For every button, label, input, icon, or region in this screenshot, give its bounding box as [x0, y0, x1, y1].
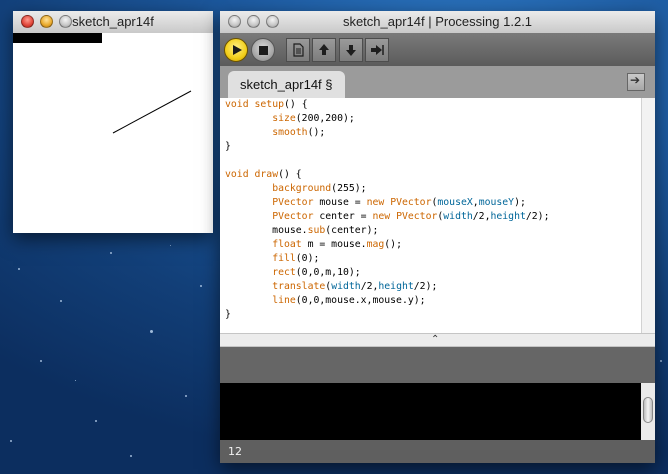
code-line[interactable]: smooth(); — [225, 126, 641, 140]
editor-console-splitter[interactable]: ⌃ — [220, 333, 655, 347]
splitter-handle-icon[interactable]: ⌃ — [431, 334, 439, 345]
code-line[interactable]: } — [225, 140, 641, 154]
open-button[interactable] — [312, 38, 336, 62]
new-button[interactable] — [286, 38, 310, 62]
tab-menu-button[interactable] — [627, 73, 645, 91]
toolbar — [220, 33, 655, 66]
code-line[interactable]: background(255); — [225, 182, 641, 196]
status-bar: 12 — [220, 440, 655, 463]
code-line[interactable]: rect(0,0,m,10); — [225, 266, 641, 280]
console-scrollbar[interactable] — [641, 383, 655, 440]
sketch-window: sketch_apr14f — [13, 11, 213, 233]
tab-sketch[interactable]: sketch_apr14f § — [228, 71, 345, 98]
processing-ide-window: sketch_apr14f | Processing 1.2.1 sketch_… — [220, 11, 655, 463]
code-line[interactable] — [225, 154, 641, 168]
open-arrow-up-icon — [319, 44, 329, 55]
export-button[interactable] — [365, 38, 389, 62]
message-area — [220, 347, 655, 383]
console-output[interactable] — [220, 383, 641, 440]
new-file-icon — [293, 43, 304, 57]
mouse-vector-line — [112, 90, 192, 134]
code-line[interactable]: PVector center = new PVector(width/2,hei… — [225, 210, 641, 224]
code-line[interactable]: float m = mouse.mag(); — [225, 238, 641, 252]
run-button[interactable] — [224, 38, 248, 62]
code-line[interactable]: size(200,200); — [225, 112, 641, 126]
ide-titlebar[interactable]: sketch_apr14f | Processing 1.2.1 — [220, 11, 655, 34]
tab-strip: sketch_apr14f § — [220, 66, 655, 98]
magnitude-bar — [13, 33, 102, 43]
code-line[interactable]: void draw() { — [225, 168, 641, 182]
ide-window-title: sketch_apr14f | Processing 1.2.1 — [342, 14, 533, 29]
save-button[interactable] — [339, 38, 363, 62]
save-arrow-down-icon — [346, 45, 356, 56]
sketch-canvas[interactable] — [13, 33, 213, 233]
code-editor[interactable]: void setup() { size(200,200); smooth();}… — [220, 98, 641, 333]
code-line[interactable]: PVector mouse = new PVector(mouseX,mouse… — [225, 196, 641, 210]
stop-button[interactable] — [251, 38, 275, 62]
export-arrow-right-icon — [371, 45, 384, 55]
sketch-drawing — [13, 33, 192, 134]
editor-scrollbar[interactable] — [641, 98, 655, 333]
code-text[interactable]: void setup() { size(200,200); smooth();}… — [220, 98, 641, 322]
sketch-titlebar[interactable]: sketch_apr14f — [13, 11, 213, 34]
code-line[interactable]: } — [225, 308, 641, 322]
code-line[interactable]: fill(0); — [225, 252, 641, 266]
console-scroll-thumb[interactable] — [643, 397, 653, 423]
code-line[interactable]: mouse.sub(center); — [225, 224, 641, 238]
sketch-window-title: sketch_apr14f — [72, 14, 154, 29]
line-number: 12 — [228, 445, 242, 458]
code-line[interactable]: translate(width/2,height/2); — [225, 280, 641, 294]
code-line[interactable]: line(0,0,mouse.x,mouse.y); — [225, 294, 641, 308]
code-line[interactable]: void setup() { — [225, 98, 641, 112]
